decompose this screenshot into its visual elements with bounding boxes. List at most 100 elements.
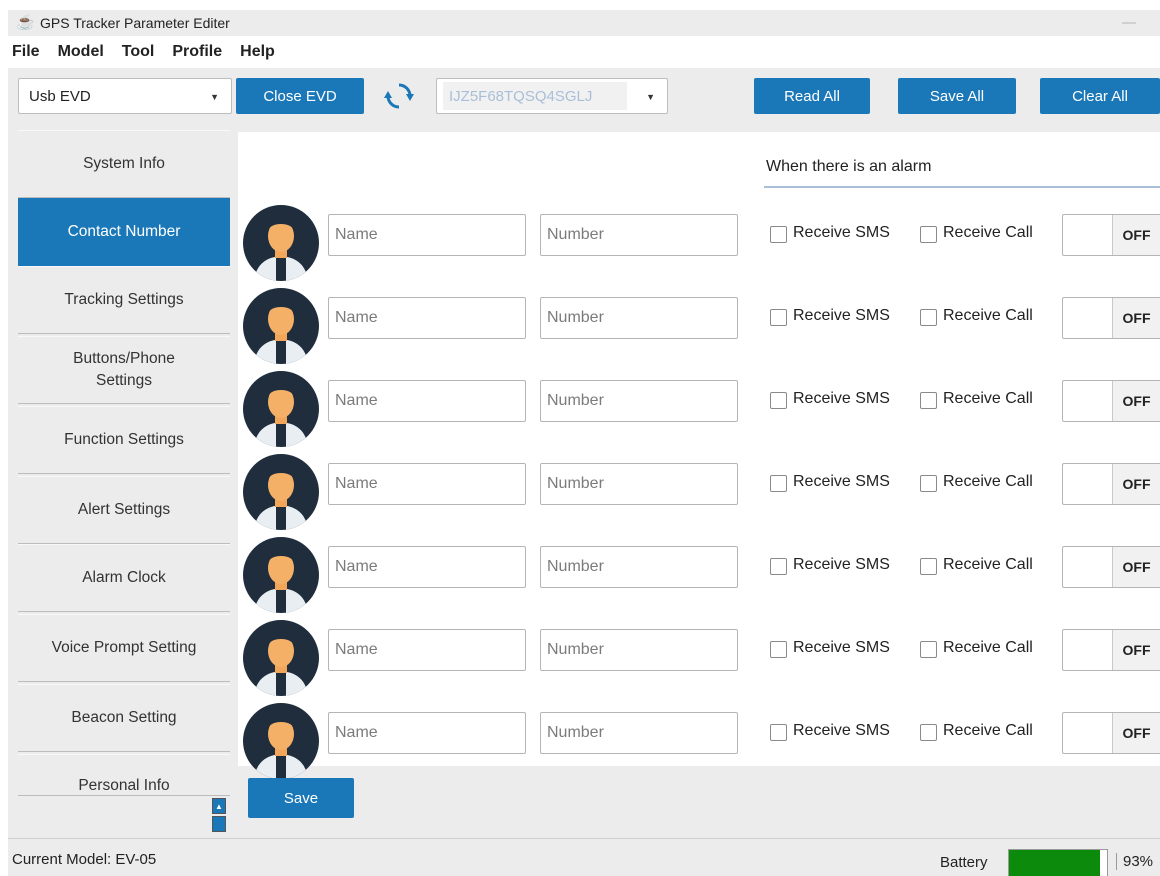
battery-percent: 93% [1116, 853, 1153, 870]
receive-call-checkbox[interactable] [920, 226, 937, 243]
name-field[interactable] [328, 380, 526, 422]
sidebar-item-system-info[interactable]: System Info [18, 130, 230, 198]
device-select-value: Usb EVD [29, 87, 91, 105]
title-bar: ☕ GPS Tracker Parameter Editer [8, 10, 1160, 36]
minimize-button[interactable] [1122, 22, 1136, 24]
receive-call-label: Receive Call [943, 224, 1033, 241]
name-field[interactable] [328, 463, 526, 505]
receive-call-label: Receive Call [943, 556, 1033, 573]
sidebar-item-function-settings[interactable]: Function Settings [18, 406, 230, 474]
menu-model[interactable]: Model [58, 43, 104, 61]
dropdown-caret-icon: ▼ [210, 92, 219, 102]
receive-call-checkbox[interactable] [920, 392, 937, 409]
device-select[interactable]: Usb EVD ▼ [18, 78, 232, 114]
number-field[interactable] [540, 380, 738, 422]
menu-file[interactable]: File [12, 43, 40, 61]
receive-call-label: Receive Call [943, 307, 1033, 324]
scrollbar-thumb[interactable] [212, 816, 226, 832]
status-bar: Current Model: EV-05 Battery 93% [8, 838, 1160, 876]
serial-select[interactable]: IJZ5F68TQSQ4SGLJ ▼ [436, 78, 668, 114]
name-field[interactable] [328, 712, 526, 754]
avatar-icon [242, 702, 320, 780]
toggle-state: OFF [1112, 713, 1160, 753]
number-field[interactable] [540, 297, 738, 339]
receive-call-label: Receive Call [943, 639, 1033, 656]
sidebar-item-beacon-setting[interactable]: Beacon Setting [18, 684, 230, 752]
clear-all-button[interactable]: Clear All [1040, 78, 1160, 114]
toggle-state: OFF [1112, 215, 1160, 255]
alarm-toggle[interactable]: OFF [1062, 214, 1160, 256]
toggle-state: OFF [1112, 381, 1160, 421]
number-field[interactable] [540, 712, 738, 754]
save-button[interactable]: Save [248, 778, 354, 818]
sidebar-item-voice-prompt-setting[interactable]: Voice Prompt Setting [18, 614, 230, 682]
sidebar-item-buttons-phone-settings[interactable]: Buttons/Phone Settings [18, 336, 230, 404]
receive-call-label: Receive Call [943, 722, 1033, 739]
contact-row: Receive SMS Receive Call OFF [238, 611, 1160, 696]
receive-sms-checkbox[interactable] [770, 309, 787, 326]
read-all-button[interactable]: Read All [754, 78, 870, 114]
receive-call-checkbox[interactable] [920, 641, 937, 658]
toggle-state: OFF [1112, 630, 1160, 670]
receive-sms-label: Receive SMS [793, 473, 890, 490]
number-field[interactable] [540, 214, 738, 256]
menu-tool[interactable]: Tool [122, 43, 155, 61]
receive-sms-label: Receive SMS [793, 307, 890, 324]
contact-row: Receive SMS Receive Call OFF [238, 196, 1160, 281]
current-model: Current Model: EV-05 [12, 851, 157, 868]
receive-sms-label: Receive SMS [793, 556, 890, 573]
receive-call-checkbox[interactable] [920, 309, 937, 326]
toolbar: Usb EVD ▼ Close EVD IJZ5F68TQSQ4SGLJ ▼ R… [8, 68, 1160, 126]
close-evd-button[interactable]: Close EVD [236, 78, 364, 114]
number-field[interactable] [540, 546, 738, 588]
alarm-toggle[interactable]: OFF [1062, 380, 1160, 422]
alarm-toggle[interactable]: OFF [1062, 297, 1160, 339]
receive-sms-label: Receive SMS [793, 390, 890, 407]
receive-call-checkbox[interactable] [920, 724, 937, 741]
scroll-up-icon[interactable]: ▲ [212, 798, 226, 814]
name-field[interactable] [328, 629, 526, 671]
number-field[interactable] [540, 629, 738, 671]
refresh-icon[interactable] [384, 81, 414, 111]
avatar-icon [242, 204, 320, 282]
name-field[interactable] [328, 297, 526, 339]
receive-sms-label: Receive SMS [793, 639, 890, 656]
sidebar-item-contact-number[interactable]: Contact Number [18, 198, 230, 266]
menu-profile[interactable]: Profile [172, 43, 222, 61]
name-field[interactable] [328, 546, 526, 588]
receive-sms-label: Receive SMS [793, 722, 890, 739]
sidebar-item-alarm-clock[interactable]: Alarm Clock [18, 544, 230, 612]
alarm-toggle[interactable]: OFF [1062, 629, 1160, 671]
contact-row: Receive SMS Receive Call OFF [238, 279, 1160, 364]
alarm-toggle[interactable]: OFF [1062, 712, 1160, 754]
receive-sms-checkbox[interactable] [770, 226, 787, 243]
window-title: GPS Tracker Parameter Editer [40, 15, 230, 31]
receive-sms-checkbox[interactable] [770, 558, 787, 575]
receive-sms-checkbox[interactable] [770, 641, 787, 658]
serial-select-value: IJZ5F68TQSQ4SGLJ [443, 82, 627, 110]
name-field[interactable] [328, 214, 526, 256]
alarm-toggle[interactable]: OFF [1062, 463, 1160, 505]
receive-sms-label: Receive SMS [793, 224, 890, 241]
menu-help[interactable]: Help [240, 43, 275, 61]
receive-call-checkbox[interactable] [920, 558, 937, 575]
avatar-icon [242, 287, 320, 365]
receive-call-checkbox[interactable] [920, 475, 937, 492]
sidebar: System Info Contact Number Tracking Sett… [8, 126, 230, 838]
receive-call-label: Receive Call [943, 473, 1033, 490]
toggle-state: OFF [1112, 464, 1160, 504]
contact-row: Receive SMS Receive Call OFF [238, 362, 1160, 447]
save-all-button[interactable]: Save All [898, 78, 1016, 114]
sidebar-item-alert-settings[interactable]: Alert Settings [18, 476, 230, 544]
app-icon: ☕ [16, 14, 35, 31]
avatar-icon [242, 536, 320, 614]
receive-sms-checkbox[interactable] [770, 392, 787, 409]
contact-row: Receive SMS Receive Call OFF [238, 528, 1160, 613]
receive-sms-checkbox[interactable] [770, 724, 787, 741]
sidebar-item-personal-info[interactable]: Personal Info [18, 754, 230, 796]
receive-call-label: Receive Call [943, 390, 1033, 407]
number-field[interactable] [540, 463, 738, 505]
alarm-toggle[interactable]: OFF [1062, 546, 1160, 588]
receive-sms-checkbox[interactable] [770, 475, 787, 492]
sidebar-item-tracking-settings[interactable]: Tracking Settings [18, 266, 230, 334]
